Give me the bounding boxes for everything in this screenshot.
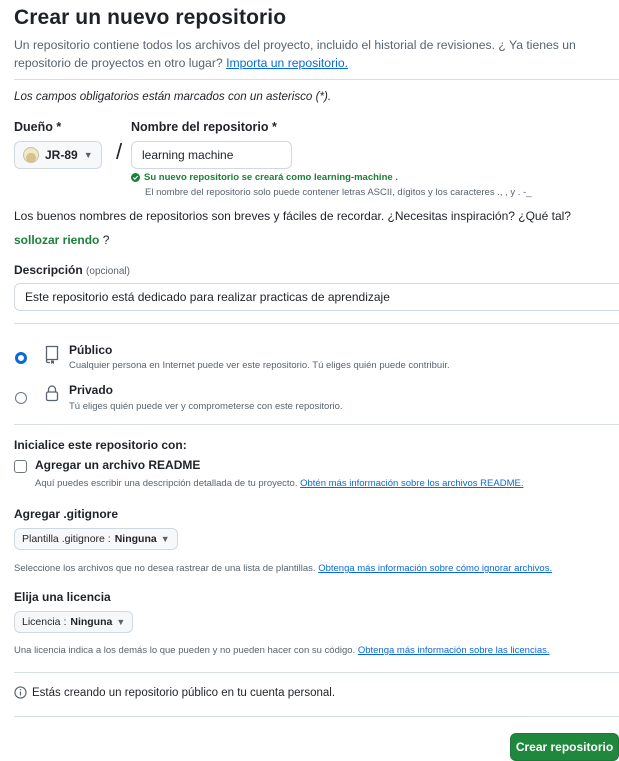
- avatar-icon: [23, 147, 39, 163]
- gitignore-desc: Seleccione los archivos que no desea ras…: [14, 563, 316, 574]
- page-subtitle-line-2: repositorio de proyectos en otro lugar? …: [14, 54, 348, 72]
- owner-dropdown[interactable]: JR-89 ▼: [14, 141, 102, 169]
- gitignore-learn-more-link[interactable]: Obtenga más información sobre cómo ignor…: [318, 563, 552, 574]
- inspiration-question: ?: [102, 233, 110, 247]
- public-notice: Estás creando un repositorio público en …: [14, 686, 335, 699]
- divider: [14, 79, 619, 80]
- gitignore-desc-row: Seleccione los archivos que no desea ras…: [14, 563, 552, 574]
- license-select-value: Ninguna: [70, 616, 113, 628]
- readme-label: Agregar un archivo README: [35, 458, 201, 472]
- gitignore-template-select[interactable]: Plantilla .gitignore : Ninguna ▼: [14, 528, 178, 550]
- repo-name-help: El nombre del repositorio solo puede con…: [145, 187, 532, 198]
- private-radio[interactable]: [15, 392, 27, 404]
- private-desc: Tú eliges quién puede ver y comprometers…: [69, 401, 343, 412]
- description-label: Descripción: [14, 263, 83, 277]
- divider: [14, 716, 619, 717]
- repo-name-value: learning machine: [142, 148, 234, 162]
- page-title: Crear un nuevo repositorio: [14, 6, 287, 29]
- required-fields-note: Los campos obligatorios están marcados c…: [14, 90, 332, 103]
- info-icon: [14, 686, 27, 699]
- inspiration-suggestion-row: sollozar riendo ?: [14, 233, 109, 247]
- license-select[interactable]: Licencia : Ninguna ▼: [14, 611, 134, 633]
- license-desc: Una licencia indica a los demás lo que p…: [14, 645, 356, 656]
- inspiration-text: Los buenos nombres de repositorios son b…: [14, 209, 571, 223]
- suggested-name-link[interactable]: sollozar riendo: [14, 233, 99, 247]
- readme-learn-more-link[interactable]: Obtén más información sobre los archivos…: [300, 478, 523, 489]
- gitignore-select-prefix: Plantilla .gitignore :: [22, 533, 111, 545]
- readme-checkbox[interactable]: [14, 460, 27, 473]
- public-label: Público: [69, 343, 113, 357]
- caret-down-icon: ▼: [83, 150, 93, 160]
- divider: [14, 323, 619, 324]
- repo-name-status: Su nuevo repositorio se creará como lear…: [131, 172, 398, 183]
- gitignore-select-value: Ninguna: [114, 533, 157, 545]
- page-subtitle-line-1: Un repositorio contiene todos los archiv…: [14, 38, 576, 52]
- license-select-prefix: Licencia :: [22, 616, 67, 628]
- gitignore-title: Agregar .gitignore: [14, 507, 119, 521]
- public-desc: Cualquier persona en Internet puede ver …: [69, 360, 450, 371]
- create-repository-button[interactable]: Crear repositorio: [510, 733, 619, 761]
- owner-label: Dueño *: [14, 120, 62, 134]
- description-value: Este repositorio está dedicado para real…: [25, 290, 390, 304]
- readme-desc-row: Aquí puedes escribir una descripción det…: [35, 478, 523, 489]
- check-circle-icon: [131, 173, 140, 182]
- repo-name-status-text: Su nuevo repositorio se creará como lear…: [144, 172, 398, 183]
- repo-name-input[interactable]: learning machine: [131, 141, 292, 169]
- description-label-row: Descripción (opcional): [14, 263, 130, 277]
- repo-name-label: Nombre del repositorio *: [131, 120, 277, 134]
- divider: [14, 672, 619, 673]
- owner-value: JR-89: [45, 148, 78, 162]
- license-desc-row: Una licencia indica a los demás lo que p…: [14, 645, 550, 656]
- repo-icon: [44, 345, 60, 370]
- divider: [14, 424, 619, 425]
- owner-repo-separator: /: [116, 139, 123, 164]
- page-subtitle-text: repositorio de proyectos en otro lugar?: [14, 56, 223, 70]
- caret-down-icon: ▼: [116, 617, 126, 627]
- private-label: Privado: [69, 383, 114, 397]
- public-notice-text: Estás creando un repositorio público en …: [32, 686, 336, 699]
- description-input[interactable]: Este repositorio está dedicado para real…: [14, 283, 619, 311]
- lock-icon: [44, 384, 60, 407]
- readme-desc: Aquí puedes escribir una descripción det…: [35, 478, 298, 489]
- description-optional: (opcional): [86, 266, 130, 277]
- caret-down-icon: ▼: [160, 534, 170, 544]
- license-learn-more-link[interactable]: Obtenga más información sobre las licenc…: [358, 645, 550, 656]
- import-repository-link[interactable]: Importa un repositorio.: [226, 56, 348, 70]
- init-title: Inicialice este repositorio con:: [14, 438, 187, 452]
- license-title: Elija una licencia: [14, 590, 111, 604]
- public-radio[interactable]: [15, 352, 27, 364]
